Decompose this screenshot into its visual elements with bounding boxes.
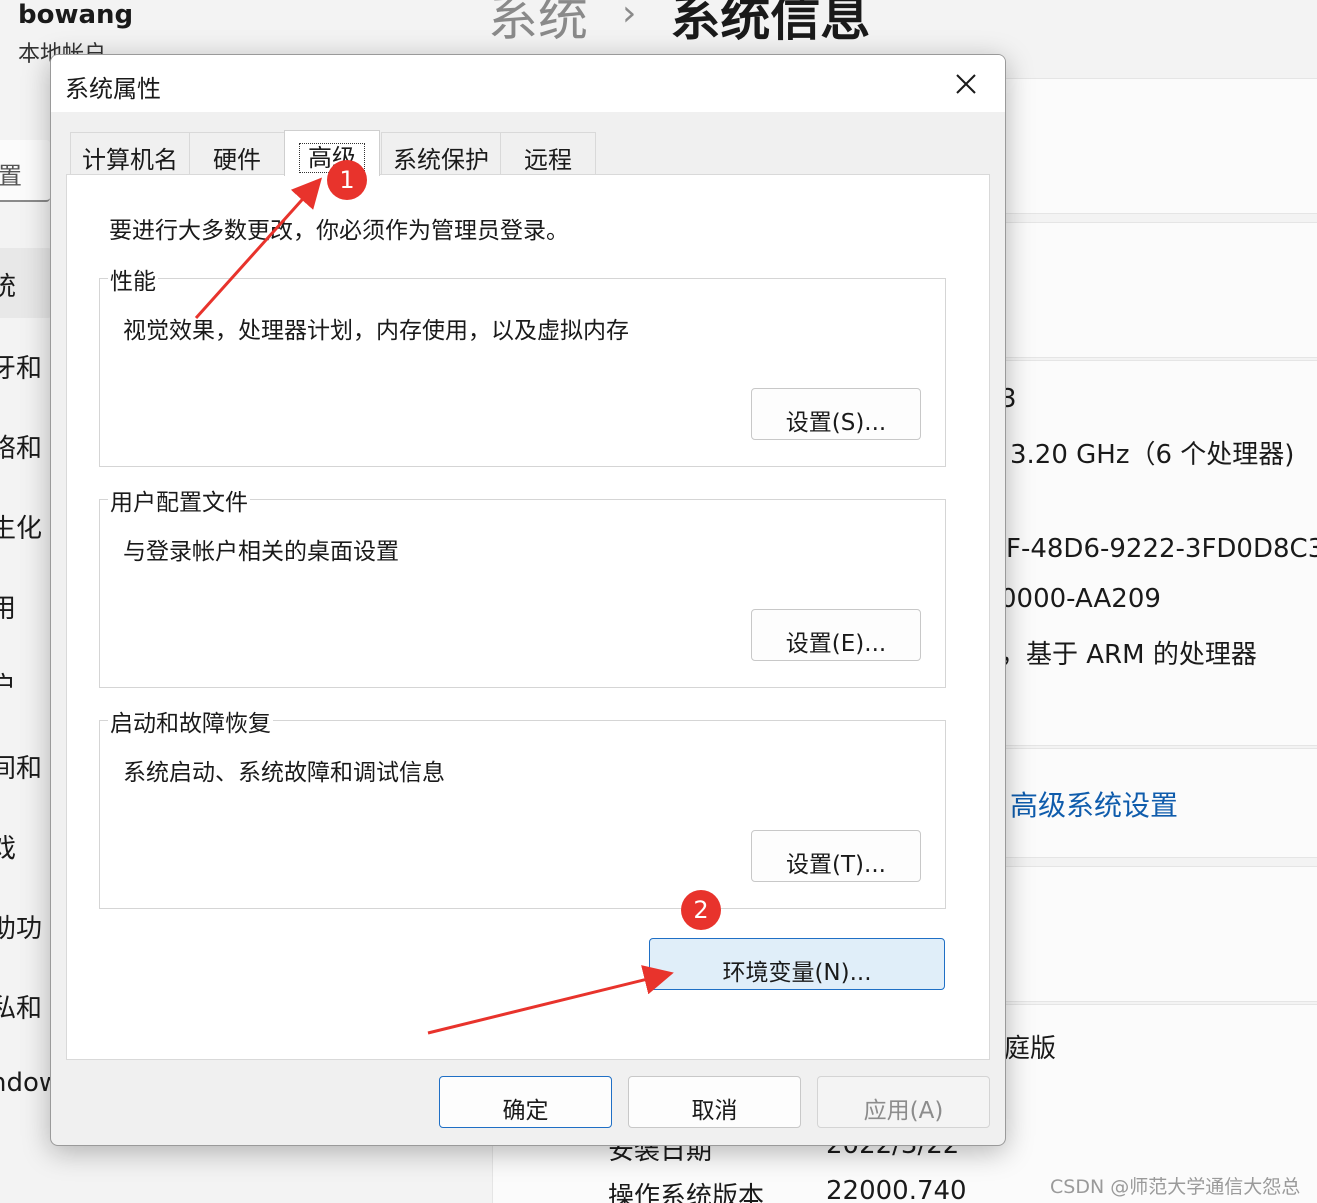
- tab-system-protection[interactable]: 系统保护: [381, 132, 501, 175]
- os-version-label: 操作系统版本: [608, 1182, 765, 1203]
- user-profiles-settings-button[interactable]: 设置(E)...: [751, 609, 921, 661]
- system-properties-dialog: 系统属性 计算机名 硬件 高级 系统保护 远程 要进行大多数更改，你必须作为管理…: [50, 54, 1006, 1146]
- nav-item-privacy[interactable]: 私和: [0, 970, 52, 1040]
- group-description: 视觉效果，处理器计划，内存使用，以及虚拟内存: [123, 318, 629, 344]
- group-title: 启动和故障恢复: [108, 704, 273, 738]
- group-user-profiles: 用户配置文件 与登录帐户相关的桌面设置 设置(E)...: [99, 483, 946, 688]
- admin-note: 要进行大多数更改，你必须作为管理员登录。: [109, 218, 569, 244]
- account-name: bowang: [18, 0, 134, 30]
- group-description: 与登录帐户相关的桌面设置: [123, 539, 399, 565]
- tab-label: 硬件: [213, 146, 261, 174]
- nav-item-apps[interactable]: 用: [0, 570, 52, 640]
- group-startup-recovery: 启动和故障恢复 系统启动、系统故障和调试信息 设置(T)...: [99, 704, 946, 909]
- cancel-button[interactable]: 取消: [628, 1076, 801, 1128]
- apply-button[interactable]: 应用(A): [817, 1076, 990, 1128]
- dialog-titlebar[interactable]: 系统属性: [51, 55, 1005, 112]
- nav-item-system[interactable]: 统: [0, 248, 52, 318]
- spec-product-id-fragment: 0000-AA209: [1000, 584, 1161, 614]
- spec-edition-fragment: 庭版: [1004, 1034, 1057, 1064]
- spec-device-id-fragment: F-48D6-9222-3FD0D8C38: [1006, 534, 1317, 564]
- annotation-badge-2: 2: [681, 890, 721, 930]
- dialog-title: 系统属性: [65, 75, 161, 103]
- group-performance: 性能 视觉效果，处理器计划，内存使用，以及虚拟内存 设置(S)...: [99, 262, 946, 467]
- tab-label: 远程: [524, 146, 572, 174]
- breadcrumb-parent[interactable]: 系统: [488, 0, 588, 47]
- nav-item-windows-update[interactable]: ndow: [0, 1050, 52, 1120]
- performance-settings-button[interactable]: 设置(S)...: [751, 388, 921, 440]
- annotation-badge-1: 1: [327, 160, 367, 200]
- spec-processor-fragment: 3.20 GHz（6 个处理器): [1010, 440, 1295, 470]
- chevron-right-icon: ›: [622, 0, 637, 34]
- nav-item-gaming[interactable]: 戏: [0, 810, 52, 880]
- nav-item-network[interactable]: 络和: [0, 410, 52, 480]
- os-version-value: 22000.740: [826, 1176, 967, 1203]
- advanced-tab-panel: 要进行大多数更改，你必须作为管理员登录。 性能 视觉效果，处理器计划，内存使用，…: [66, 174, 990, 1060]
- nav-item-bluetooth[interactable]: 牙和: [0, 330, 52, 400]
- nav-item-personalization[interactable]: 生化: [0, 490, 52, 560]
- startup-recovery-settings-button[interactable]: 设置(T)...: [751, 830, 921, 882]
- tab-computer-name[interactable]: 计算机名: [70, 132, 190, 175]
- tab-hardware[interactable]: 硬件: [189, 132, 285, 175]
- search-box-text: 置: [0, 162, 22, 190]
- breadcrumb: 系统 › 系统信息: [488, 0, 870, 50]
- advanced-system-settings-link[interactable]: 高级系统设置: [1010, 784, 1178, 824]
- settings-search-box[interactable]: 置: [0, 140, 50, 202]
- close-icon: [956, 74, 976, 94]
- spec-system-type-fragment: ，基于 ARM 的处理器: [1000, 640, 1257, 670]
- tab-label: 系统保护: [393, 146, 489, 174]
- nav-item-accessibility[interactable]: 助功: [0, 890, 52, 960]
- group-description: 系统启动、系统故障和调试信息: [123, 760, 445, 786]
- nav-item-accounts[interactable]: 户: [0, 648, 52, 718]
- tab-remote[interactable]: 远程: [500, 132, 596, 175]
- group-title: 性能: [108, 262, 158, 296]
- environment-variables-button[interactable]: 环境变量(N)...: [649, 938, 945, 990]
- breadcrumb-current: 系统信息: [670, 0, 871, 47]
- ok-button[interactable]: 确定: [439, 1076, 612, 1128]
- nav-item-time-language[interactable]: 间和: [0, 730, 52, 800]
- group-title: 用户配置文件: [108, 483, 250, 517]
- tab-label: 计算机名: [82, 146, 178, 174]
- close-button[interactable]: [945, 65, 987, 103]
- csdn-watermark: CSDN @师范大学通信大怨总: [1050, 1176, 1301, 1198]
